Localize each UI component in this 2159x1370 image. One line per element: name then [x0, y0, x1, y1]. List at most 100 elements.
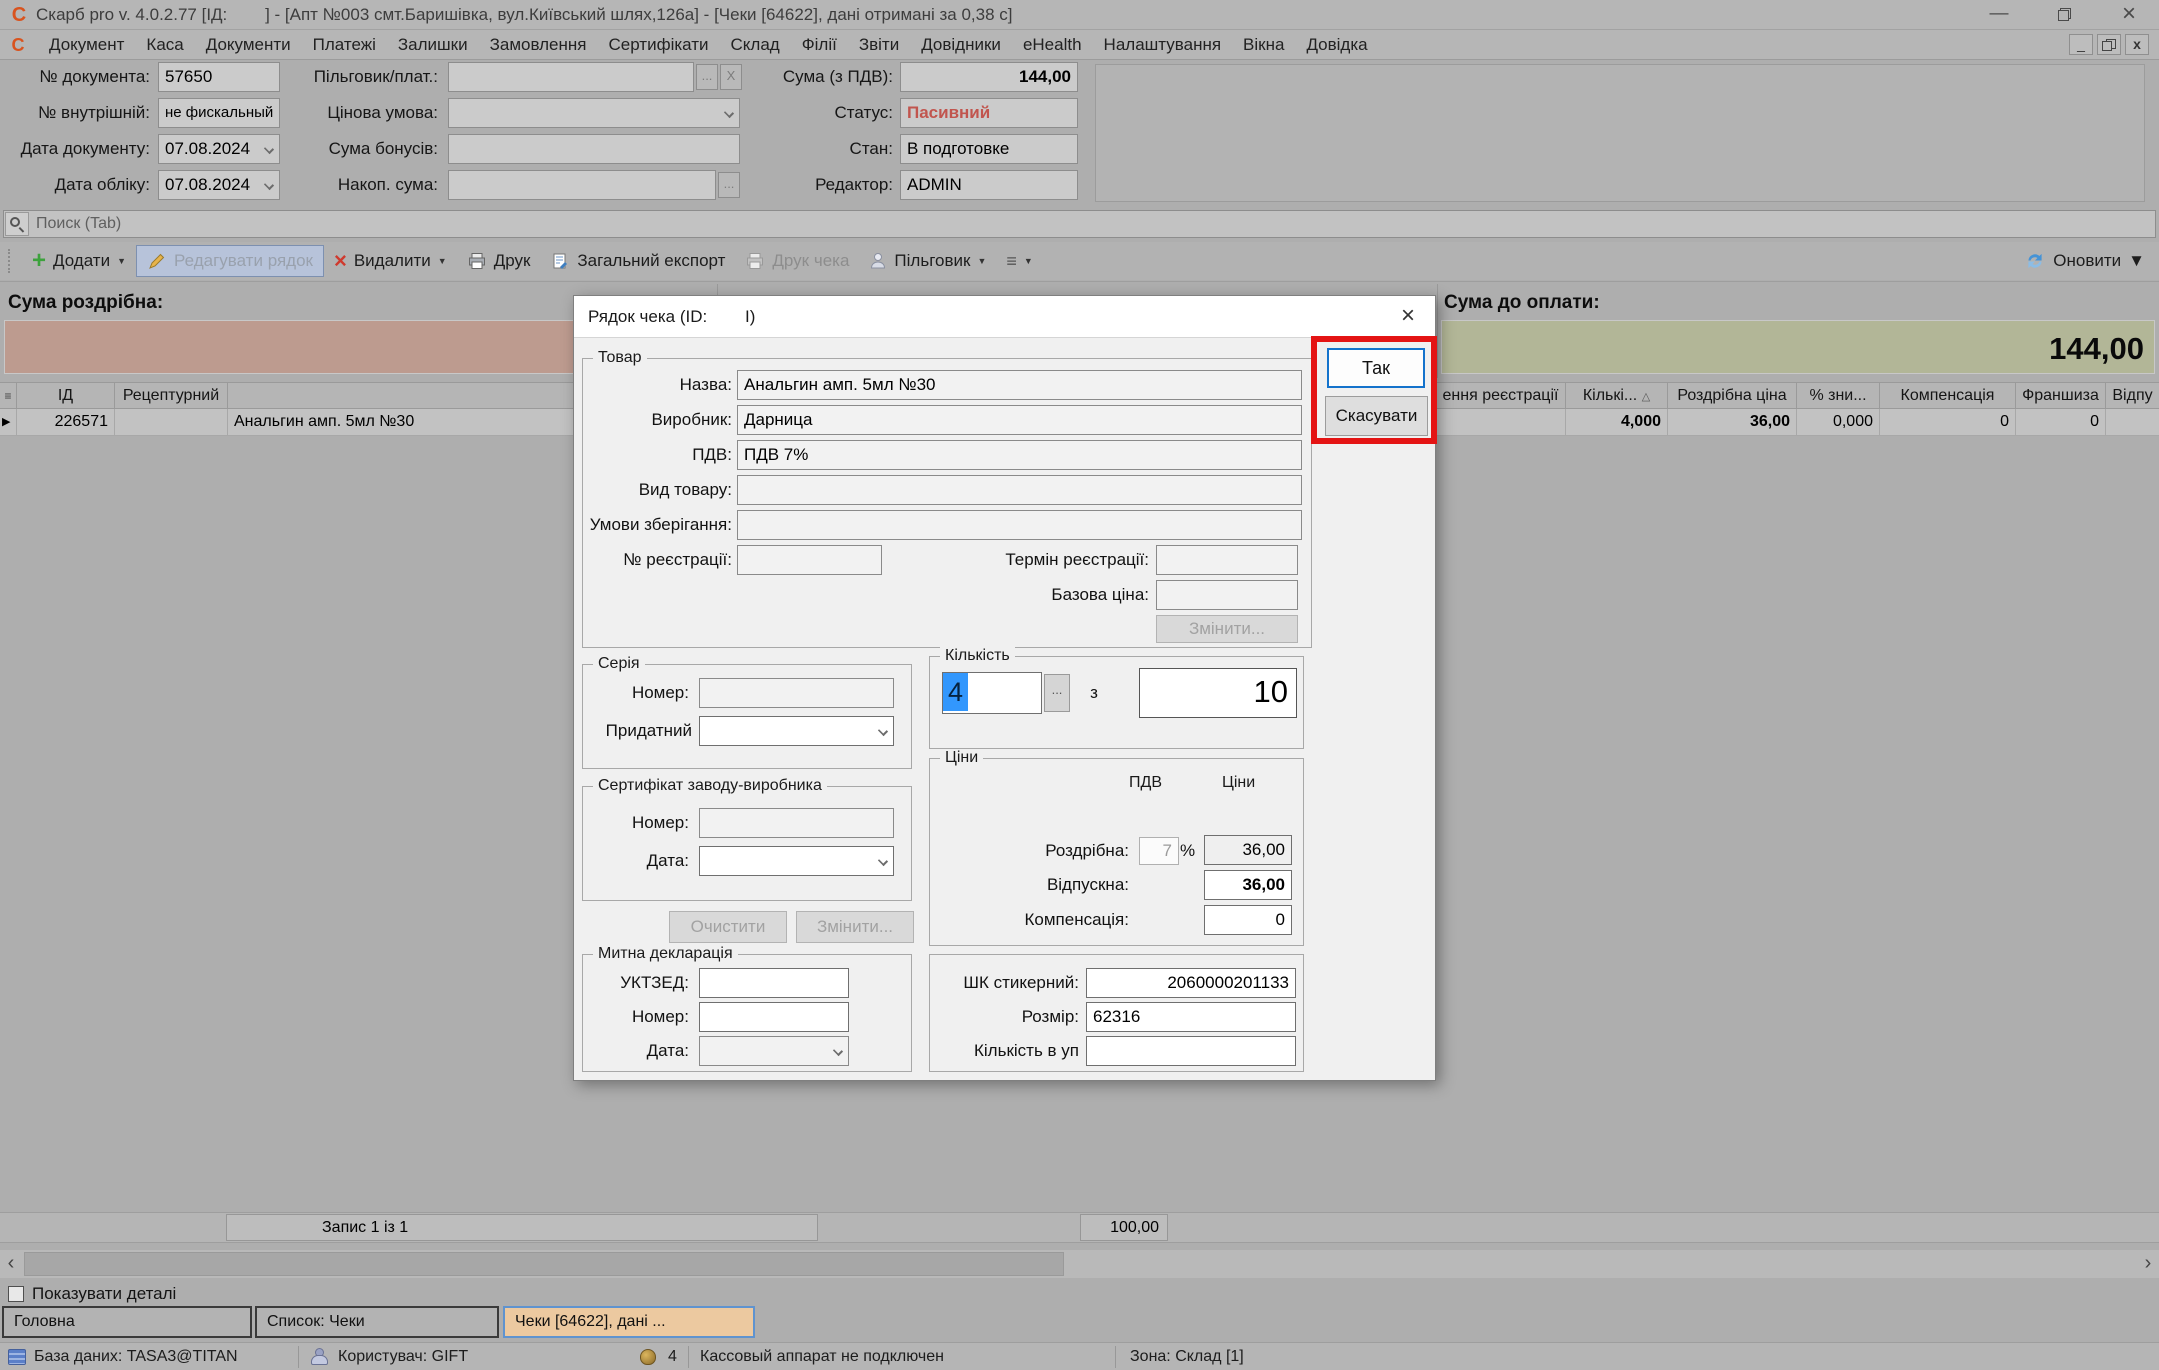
restore-button[interactable]	[2034, 0, 2094, 30]
menu-branches[interactable]: Філії	[791, 30, 848, 60]
menu-orders[interactable]: Замовлення	[479, 30, 598, 60]
menu-reports[interactable]: Звіти	[848, 30, 910, 60]
series-number-field[interactable]	[699, 678, 894, 708]
menu-payments[interactable]: Платежі	[302, 30, 387, 60]
beneficiary-clear-button[interactable]: X	[720, 64, 742, 90]
chevron-down-icon[interactable]	[878, 856, 888, 866]
account-date-label: Дата обліку:	[2, 170, 150, 200]
column-header-discount[interactable]: % зни...	[1797, 382, 1880, 409]
menu-warehouse[interactable]: Склад	[720, 30, 791, 60]
sticker-size-field[interactable]: 62316	[1086, 1002, 1296, 1032]
delete-x-icon: ×	[334, 251, 347, 271]
refresh-button[interactable]: Оновити▼	[2024, 245, 2145, 277]
menu-settings[interactable]: Налаштування	[1093, 30, 1233, 60]
name-field[interactable]: Анальгин амп. 5мл №30	[737, 370, 1302, 400]
close-button[interactable]: ×	[2099, 0, 2159, 30]
delete-button[interactable]: × Видалити▼	[324, 245, 457, 277]
database-status: База даних: TASA3@TITAN	[34, 1343, 238, 1370]
tab-main[interactable]: Головна	[2, 1306, 252, 1338]
add-button[interactable]: + Додати▼	[22, 245, 136, 277]
reg-term-field[interactable]	[1156, 545, 1298, 575]
menu-help[interactable]: Довідка	[1295, 30, 1378, 60]
export-button[interactable]: Загальний експорт	[540, 245, 735, 277]
column-header-retail-price[interactable]: Роздрібна ціна	[1668, 382, 1797, 409]
uktzed-field[interactable]	[699, 968, 849, 998]
price-condition-select[interactable]	[448, 98, 740, 128]
column-header-dispensing[interactable]: Відпу	[2106, 382, 2159, 409]
menu-document[interactable]: Документ	[38, 30, 135, 60]
menu-ehealth[interactable]: eHealth	[1012, 30, 1093, 60]
certificate-change-button[interactable]: Змінити...	[796, 911, 914, 943]
horizontal-scrollbar[interactable]: ‹ ›	[0, 1250, 2159, 1278]
scroll-left-icon[interactable]: ‹	[0, 1250, 22, 1278]
beneficiary-lookup-button[interactable]: ...	[696, 64, 718, 90]
certificate-number-field[interactable]	[699, 808, 894, 838]
column-header-registration[interactable]: ення реєстрації	[1436, 382, 1566, 409]
certificate-date-select[interactable]	[699, 846, 894, 876]
doc-date-field[interactable]: 07.08.2024	[158, 134, 280, 164]
retail-vat-field[interactable]: 7	[1139, 837, 1179, 865]
accum-sum-field[interactable]	[448, 170, 716, 200]
sticker-barcode-label: ШК стикерний:	[934, 968, 1079, 998]
reg-number-field[interactable]	[737, 545, 882, 575]
plus-icon: +	[32, 251, 46, 271]
column-header-id[interactable]: ІД	[17, 382, 115, 409]
compensation-field[interactable]: 0	[1204, 905, 1292, 935]
certificate-clear-button[interactable]: Очистити	[669, 911, 787, 943]
chevron-down-icon[interactable]	[264, 144, 274, 154]
accum-sum-lookup-button[interactable]: ...	[718, 172, 740, 198]
scroll-right-icon[interactable]: ›	[2137, 1250, 2159, 1278]
column-header-prescription[interactable]: Рецептурний	[115, 382, 228, 409]
product-change-button[interactable]: Змінити...	[1156, 615, 1298, 643]
menu-kasa[interactable]: Каса	[135, 30, 194, 60]
chevron-down-icon[interactable]	[878, 726, 888, 736]
beneficiary-button[interactable]: Пільговик▼	[859, 245, 996, 277]
series-valid-select[interactable]	[699, 716, 894, 746]
quantity-lookup-button[interactable]: ...	[1044, 674, 1070, 712]
mdi-close-button[interactable]: x	[2125, 34, 2149, 55]
column-header-qty[interactable]: Кількі... △	[1566, 382, 1668, 409]
search-bar[interactable]: Поиск (Tab)	[3, 210, 2156, 238]
show-details-checkbox[interactable]	[8, 1286, 24, 1302]
edit-row-button[interactable]: Редагувати рядок	[136, 245, 324, 277]
ok-button[interactable]: Так	[1327, 348, 1425, 388]
mdi-restore-button[interactable]	[2097, 34, 2121, 55]
base-price-field[interactable]	[1156, 580, 1298, 610]
vat-field[interactable]: ПДВ 7%	[737, 440, 1302, 470]
manufacturer-field[interactable]: Дарница	[737, 405, 1302, 435]
quantity-input[interactable]: 4	[942, 672, 1042, 714]
sticker-size-label: Розмір:	[934, 1002, 1079, 1032]
storage-field[interactable]	[737, 510, 1302, 540]
menu-certificates[interactable]: Сертифікати	[597, 30, 719, 60]
kind-field[interactable]	[737, 475, 1302, 505]
tab-list[interactable]: Список: Чеки	[255, 1306, 499, 1338]
print-button[interactable]: Друк	[457, 245, 541, 277]
column-header-compensation[interactable]: Компенсація	[1880, 382, 2016, 409]
menu-windows[interactable]: Вікна	[1232, 30, 1295, 60]
chevron-down-icon[interactable]	[264, 180, 274, 190]
scrollbar-thumb[interactable]	[24, 1252, 1064, 1276]
view-menu-button[interactable]: ≡▼	[996, 245, 1042, 277]
mdi-minimize-button[interactable]: _	[2069, 34, 2093, 55]
bonus-sum-field[interactable]	[448, 134, 740, 164]
chevron-down-icon[interactable]	[833, 1046, 843, 1056]
cancel-button[interactable]: Скасувати	[1325, 396, 1428, 436]
customs-number-field[interactable]	[699, 1002, 849, 1032]
tab-receipts[interactable]: Чеки [64622], дані ...	[503, 1306, 755, 1338]
dialog-close-icon[interactable]: ×	[1391, 300, 1425, 334]
doc-number-field[interactable]: 57650	[158, 62, 280, 92]
menu-documents[interactable]: Документи	[195, 30, 302, 60]
column-header-franchise[interactable]: Франшиза	[2016, 382, 2106, 409]
menu-directories[interactable]: Довідники	[910, 30, 1012, 60]
menu-stocks[interactable]: Залишки	[387, 30, 479, 60]
customs-date-select[interactable]	[699, 1036, 849, 1066]
pack-qty-field[interactable]	[1086, 1036, 1296, 1066]
selling-price-field[interactable]: 36,00	[1204, 870, 1292, 900]
account-date-field[interactable]: 07.08.2024	[158, 170, 280, 200]
sticker-barcode-field[interactable]: 2060000201133	[1086, 968, 1296, 998]
print-receipt-button[interactable]: Друк чека	[735, 245, 859, 277]
beneficiary-field[interactable]	[448, 62, 694, 92]
minimize-button[interactable]: —	[1969, 0, 2029, 30]
chevron-down-icon[interactable]	[724, 108, 734, 118]
internal-number-field[interactable]: не фискальный	[158, 98, 280, 128]
